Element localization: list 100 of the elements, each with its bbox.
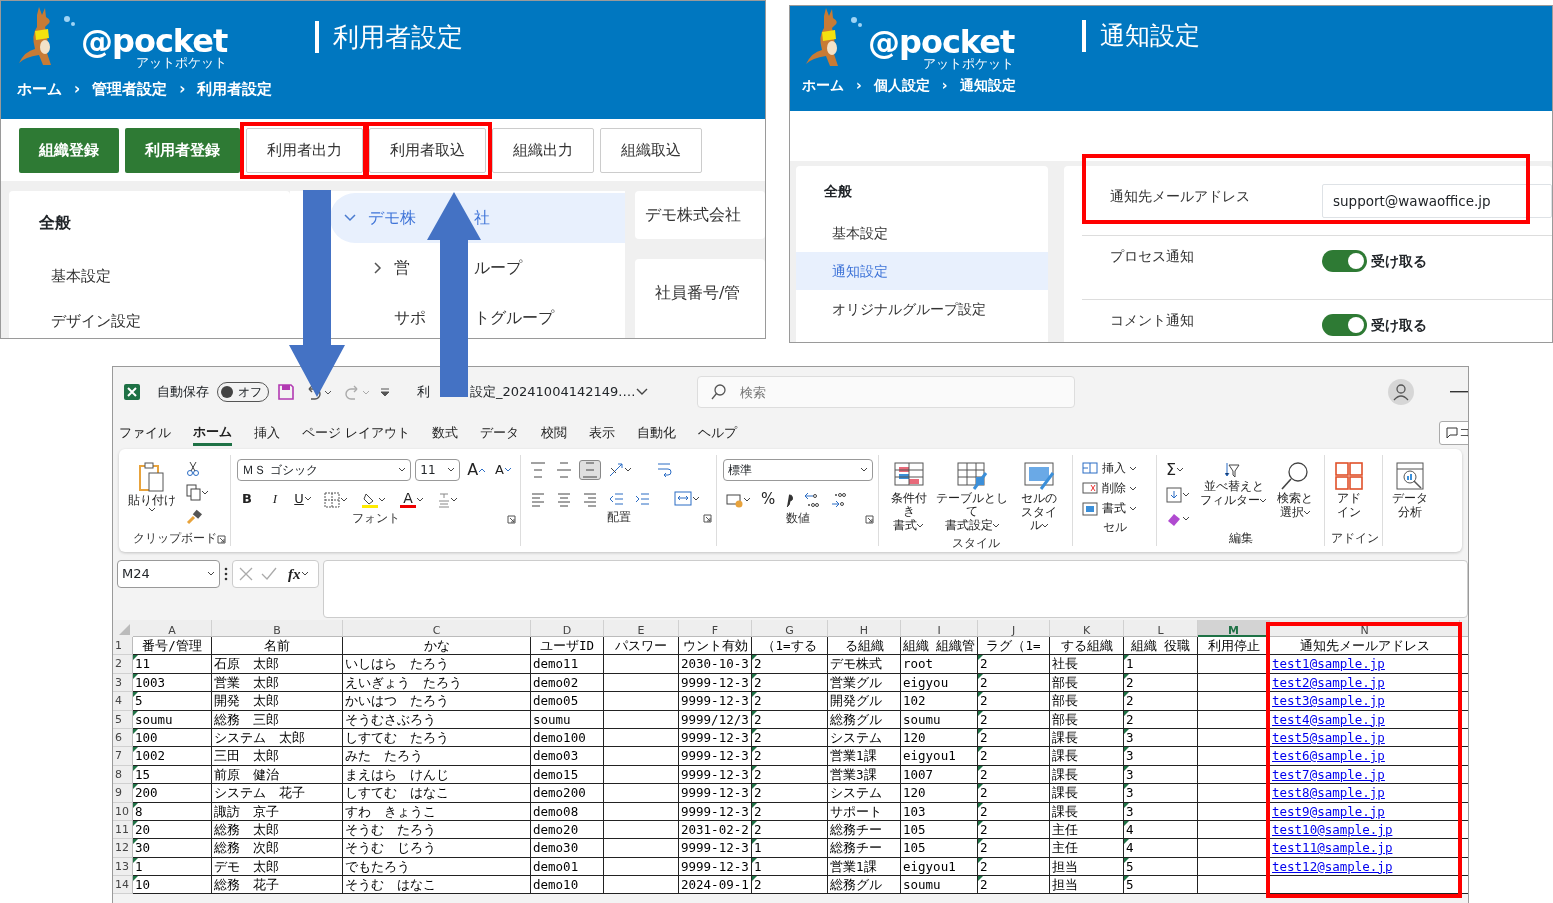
delete-cells-button[interactable]: 削除 — [1079, 479, 1150, 499]
caret-icon[interactable] — [861, 468, 868, 472]
menu-tab[interactable]: 自動化 — [637, 421, 677, 445]
caret-icon[interactable] — [202, 490, 209, 495]
caret-icon[interactable] — [1177, 467, 1185, 472]
column-header[interactable]: I — [901, 620, 978, 637]
toggle-switch[interactable] — [1322, 314, 1367, 336]
font-color-button[interactable]: A — [397, 489, 427, 510]
caret-icon[interactable] — [379, 497, 386, 502]
underline-button[interactable]: U — [293, 490, 313, 509]
percent-button[interactable]: % — [758, 489, 779, 510]
action-button[interactable]: 利用者出力 — [246, 128, 363, 173]
column-header[interactable]: A — [133, 620, 212, 637]
menu-tab[interactable]: 数式 — [432, 421, 459, 445]
cell-styles-button[interactable]: セルの スタイル — [1012, 459, 1066, 535]
dialog-launcher-icon[interactable] — [217, 535, 226, 544]
menu-tab[interactable]: 校閲 — [541, 421, 568, 445]
caret-icon[interactable] — [992, 523, 1000, 528]
dialog-launcher-icon[interactable] — [507, 515, 516, 524]
register-button[interactable]: 利用者登録 — [125, 128, 240, 173]
action-button[interactable]: 利用者取込 — [369, 128, 486, 173]
caret-icon[interactable] — [1303, 510, 1311, 515]
email-link[interactable]: test1@sample.jp — [1272, 656, 1385, 672]
column-header[interactable]: M — [1198, 620, 1270, 637]
caret-icon[interactable] — [208, 572, 215, 576]
action-button[interactable]: 組織取込 — [600, 128, 702, 173]
font-name-dropdown[interactable]: ＭＳ ゴシック — [237, 459, 412, 481]
caret-icon[interactable] — [1183, 516, 1190, 521]
tree-item[interactable]: 営 ループ — [329, 243, 625, 293]
caret-icon[interactable] — [341, 497, 348, 502]
caret-icon[interactable] — [917, 523, 925, 528]
column-header[interactable]: L — [1124, 620, 1198, 637]
breadcrumb-link[interactable]: 個人設定 — [873, 74, 930, 96]
save-icon[interactable] — [277, 383, 295, 401]
email-link[interactable]: test8@sample.jp — [1272, 785, 1385, 801]
register-button[interactable]: 組織登録 — [19, 128, 119, 173]
column-header[interactable]: H — [828, 620, 901, 637]
menu-tab[interactable]: ファイル — [119, 421, 171, 445]
formula-input[interactable] — [322, 560, 1468, 618]
caret-icon[interactable] — [417, 497, 424, 502]
row-header[interactable]: 1 — [113, 637, 133, 656]
menu-tab[interactable]: 表示 — [589, 421, 616, 445]
caret-icon[interactable] — [399, 468, 407, 472]
row-header[interactable]: 9 — [113, 784, 133, 803]
insert-cells-button[interactable]: 挿入 — [1079, 459, 1150, 479]
row-header[interactable]: 2 — [113, 655, 133, 674]
email-link[interactable]: test2@sample.jp — [1272, 674, 1385, 690]
action-button[interactable]: 組織出力 — [492, 128, 594, 173]
shrink-font-button[interactable]: A — [492, 460, 514, 480]
caret-icon[interactable] — [301, 572, 309, 576]
breadcrumb-link[interactable]: ホーム — [17, 77, 62, 100]
caret-icon[interactable] — [451, 497, 458, 502]
sort-filter-button[interactable]: 並べ替えと フィルター — [1197, 459, 1270, 510]
grow-font-button[interactable]: A — [464, 459, 489, 481]
sidebar-item[interactable]: 基本設定 — [51, 265, 260, 288]
email-link[interactable]: test11@sample.jp — [1272, 840, 1393, 856]
data-analysis-button[interactable]: データ 分析 — [1389, 459, 1431, 522]
dialog-launcher-icon[interactable] — [703, 514, 712, 523]
customize-icon[interactable] — [379, 386, 391, 398]
column-header[interactable]: C — [343, 620, 531, 637]
check-icon[interactable] — [261, 567, 277, 581]
paste-button[interactable]: 貼り付け — [125, 459, 179, 515]
italic-button[interactable]: I — [265, 490, 285, 509]
align-bottom-button[interactable] — [579, 459, 601, 480]
font-size-dropdown[interactable]: 11 — [415, 459, 461, 481]
menu-tab[interactable]: ホーム — [193, 419, 232, 447]
sidebar-item[interactable]: オリジナルグループ設定 — [796, 290, 1048, 328]
column-header[interactable]: B — [212, 620, 343, 637]
sidebar-item[interactable]: 基本設定 — [796, 214, 1048, 252]
column-header[interactable]: J — [978, 620, 1050, 637]
bold-button[interactable]: B — [237, 490, 257, 509]
tree-item-selected[interactable]: デモ株 社 — [329, 193, 625, 243]
row-header[interactable]: 7 — [113, 747, 133, 766]
caret-icon[interactable] — [1041, 523, 1049, 528]
comment-button[interactable]: コ — [1439, 421, 1468, 445]
caret-icon[interactable] — [1130, 467, 1137, 471]
caret-icon[interactable] — [1183, 492, 1190, 497]
email-field[interactable]: support@wawaoffice.jp — [1322, 184, 1552, 218]
email-link[interactable]: test7@sample.jp — [1272, 766, 1385, 782]
tree-item[interactable]: サポ トグループ — [329, 293, 625, 338]
row-header[interactable]: 4 — [113, 692, 133, 711]
avatar-icon[interactable] — [1388, 379, 1414, 405]
caret-icon[interactable] — [148, 508, 156, 513]
menu-tab[interactable]: ヘルプ — [698, 421, 738, 445]
breadcrumb-link[interactable]: ホーム — [802, 74, 844, 96]
breadcrumb-link[interactable]: 管理者設定 — [92, 77, 168, 100]
email-link[interactable]: test10@sample.jp — [1272, 821, 1393, 837]
caret-icon[interactable] — [625, 467, 632, 472]
caret-icon[interactable] — [1260, 498, 1267, 503]
search-field[interactable]: 検索 — [697, 376, 1076, 408]
email-link[interactable]: test4@sample.jp — [1272, 711, 1385, 727]
minimize-icon[interactable] — [1450, 391, 1468, 393]
menu-tab[interactable]: ページ レイアウト — [302, 421, 411, 445]
add-ins-button[interactable]: アド イン — [1331, 459, 1367, 522]
column-header[interactable]: F — [679, 620, 752, 637]
column-header[interactable]: K — [1050, 620, 1124, 637]
sidebar-item[interactable]: 通知設定 — [796, 252, 1048, 290]
caret-icon[interactable] — [304, 497, 312, 502]
chevron-down-icon[interactable] — [635, 387, 650, 397]
more-options-icon[interactable] — [224, 567, 228, 581]
